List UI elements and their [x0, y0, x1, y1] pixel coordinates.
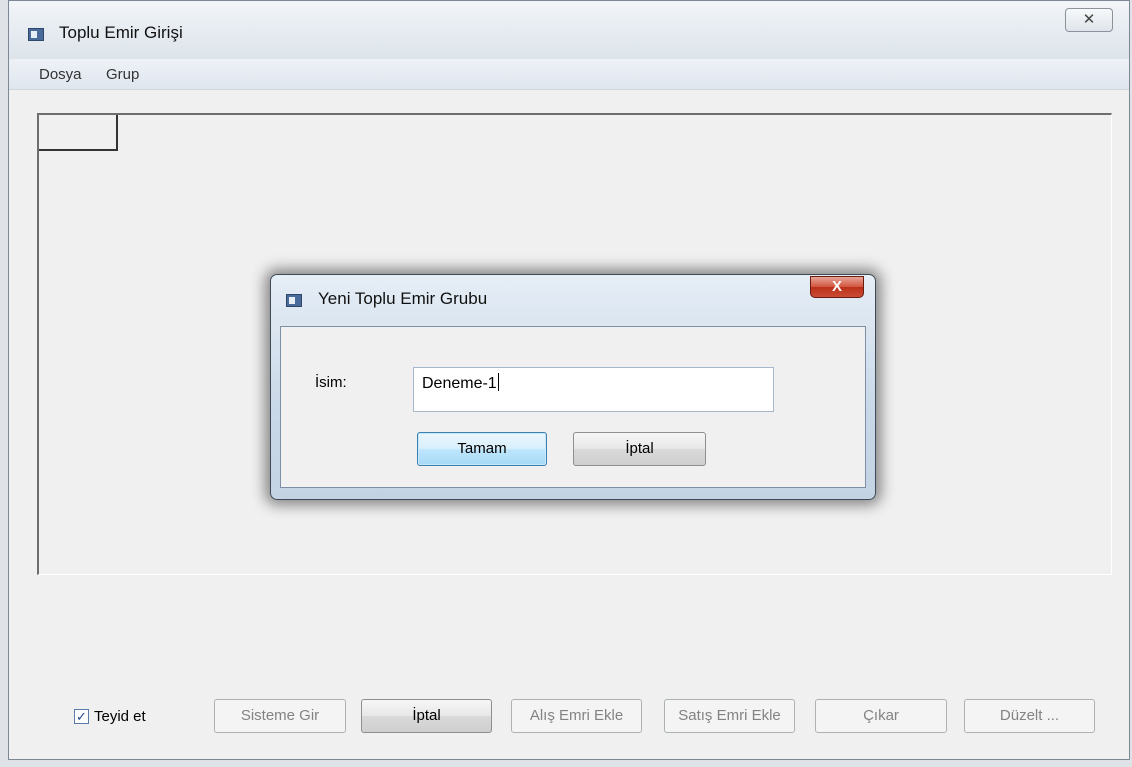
dialog-window-icon: [286, 294, 302, 307]
app-window-icon: [28, 28, 44, 41]
main-close-button[interactable]: ✕: [1065, 8, 1113, 32]
iptal-button[interactable]: İptal: [361, 699, 492, 733]
menu-grup[interactable]: Grup: [106, 66, 139, 83]
isim-input-value: Deneme-1: [422, 375, 497, 392]
satis-emri-ekle-button[interactable]: Satış Emri Ekle: [664, 699, 795, 733]
grid-corner-cell[interactable]: [39, 115, 118, 151]
dialog-body: İsim: Deneme-1 Tamam İptal: [280, 326, 866, 488]
cikar-button[interactable]: Çıkar: [815, 699, 947, 733]
main-titlebar[interactable]: Toplu Emir Girişi ✕: [9, 1, 1129, 59]
tamam-button[interactable]: Tamam: [417, 432, 547, 466]
text-caret: [497, 373, 499, 391]
isim-label: İsim:: [315, 374, 347, 391]
alis-emri-ekle-button[interactable]: Alış Emri Ekle: [511, 699, 642, 733]
menu-dosya[interactable]: Dosya: [39, 66, 82, 83]
sisteme-gir-button[interactable]: Sisteme Gir: [214, 699, 346, 733]
checkbox-check-icon[interactable]: ✓: [74, 709, 89, 724]
dialog-close-button[interactable]: X: [810, 276, 864, 298]
main-window-title: Toplu Emir Girişi: [59, 23, 183, 42]
duzelt-button[interactable]: Düzelt ...: [964, 699, 1095, 733]
teyid-label: Teyid et: [94, 708, 146, 725]
dialog-iptal-button[interactable]: İptal: [573, 432, 706, 466]
new-group-dialog: Yeni Toplu Emir Grubu X İsim: Deneme-1 T…: [270, 274, 876, 500]
isim-input[interactable]: Deneme-1: [413, 367, 774, 412]
menubar: Dosya Grup: [9, 59, 1129, 90]
dialog-title: Yeni Toplu Emir Grubu: [318, 289, 488, 308]
